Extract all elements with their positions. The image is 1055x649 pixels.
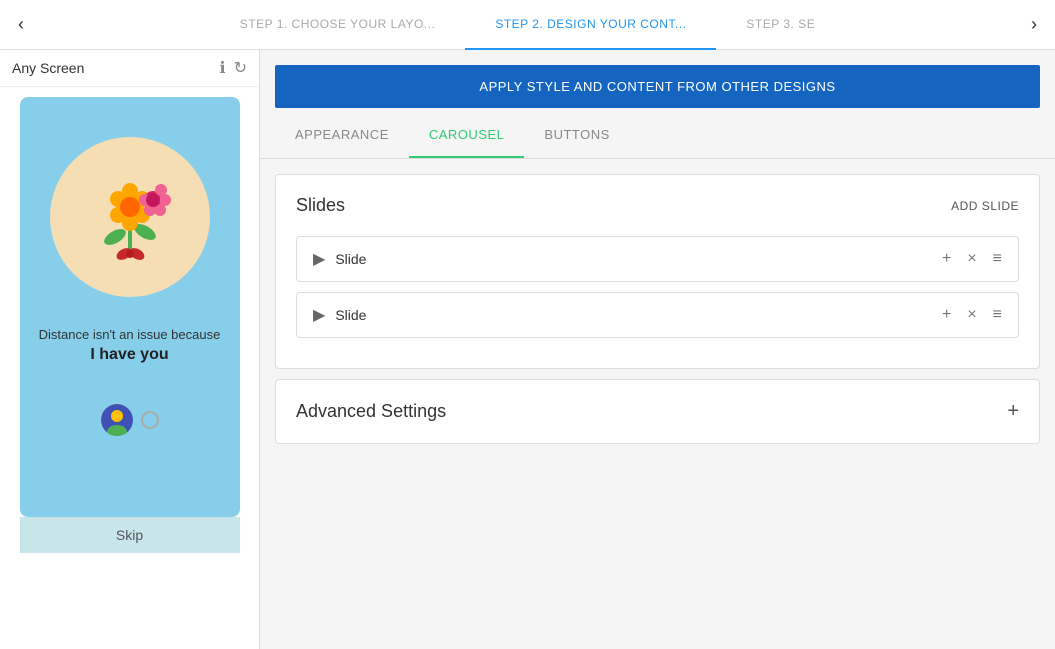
nav-prev-arrow[interactable]: ‹	[10, 14, 32, 35]
phone-mockup: Distance isn't an issue because I have y…	[0, 87, 259, 649]
slide-actions-2: + × ≡	[942, 306, 1002, 324]
left-panel-header: Any Screen ℹ ↻	[0, 50, 259, 87]
skip-button[interactable]: Skip	[20, 517, 240, 553]
slide-add-button-2[interactable]: +	[942, 306, 951, 324]
slide-play-icon-2: ▶	[313, 305, 325, 325]
slide-menu-button-1[interactable]: ≡	[993, 250, 1002, 268]
slides-title: Slides	[296, 195, 345, 216]
nav-step-3[interactable]: STEP 3. SE	[716, 0, 845, 50]
tab-appearance[interactable]: APPEARANCE	[275, 113, 409, 158]
tab-buttons[interactable]: BUTTONS	[524, 113, 629, 158]
phone-text2: I have you	[90, 346, 168, 364]
tabs-row: APPEARANCE CAROUSEL BUTTONS	[260, 113, 1055, 159]
top-nav: ‹ STEP 1. CHOOSE YOUR LAYO... STEP 2. DE…	[0, 0, 1055, 50]
header-icons: ℹ ↻	[220, 58, 247, 78]
slide-label-2: Slide	[335, 307, 366, 323]
nav-step-1[interactable]: STEP 1. CHOOSE YOUR LAYO...	[210, 0, 466, 50]
slide-close-button-1[interactable]: ×	[967, 250, 976, 268]
dots-row	[101, 404, 159, 436]
main-layout: Any Screen ℹ ↻	[0, 50, 1055, 649]
apply-banner[interactable]: APPLY STYLE AND CONTENT FROM OTHER DESIG…	[275, 65, 1040, 108]
slide-row-1-left: ▶ Slide	[313, 249, 366, 269]
advanced-settings-title: Advanced Settings	[296, 401, 446, 422]
nav-steps: STEP 1. CHOOSE YOUR LAYO... STEP 2. DESI…	[32, 0, 1023, 50]
advanced-settings-header[interactable]: Advanced Settings +	[296, 400, 1019, 423]
phone-text1: Distance isn't an issue because	[39, 327, 221, 342]
slide-row-2-left: ▶ Slide	[313, 305, 366, 325]
left-panel: Any Screen ℹ ↻	[0, 50, 260, 649]
right-panel: APPLY STYLE AND CONTENT FROM OTHER DESIG…	[260, 50, 1055, 649]
dot-empty	[141, 411, 159, 429]
nav-step-2[interactable]: STEP 2. DESIGN YOUR CONT...	[465, 0, 716, 50]
slide-row-2: ▶ Slide + × ≡	[296, 292, 1019, 338]
slide-row-1: ▶ Slide + × ≡	[296, 236, 1019, 282]
slide-menu-button-2[interactable]: ≡	[993, 306, 1002, 324]
slides-header: Slides ADD SLIDE	[296, 195, 1019, 216]
refresh-icon[interactable]: ↻	[234, 58, 247, 78]
advanced-settings-card: Advanced Settings +	[275, 379, 1040, 444]
slide-play-icon-1: ▶	[313, 249, 325, 269]
slide-close-button-2[interactable]: ×	[967, 306, 976, 324]
flower-circle	[50, 137, 210, 297]
content-area: Slides ADD SLIDE ▶ Slide + × ≡	[260, 159, 1055, 459]
nav-next-arrow[interactable]: ›	[1023, 14, 1045, 35]
slide-label-1: Slide	[335, 251, 366, 267]
advanced-settings-expand-icon[interactable]: +	[1007, 400, 1019, 423]
dot-avatar	[101, 404, 133, 436]
tab-carousel[interactable]: CAROUSEL	[409, 113, 525, 158]
info-icon[interactable]: ℹ	[220, 58, 226, 78]
slide-add-button-1[interactable]: +	[942, 250, 951, 268]
screen-title: Any Screen	[12, 60, 84, 76]
slide-actions-1: + × ≡	[942, 250, 1002, 268]
phone-screen: Distance isn't an issue because I have y…	[20, 97, 240, 517]
avatar-illustration	[101, 404, 133, 436]
flower-illustration	[75, 162, 185, 272]
add-slide-button[interactable]: ADD SLIDE	[951, 199, 1019, 213]
slides-card: Slides ADD SLIDE ▶ Slide + × ≡	[275, 174, 1040, 369]
